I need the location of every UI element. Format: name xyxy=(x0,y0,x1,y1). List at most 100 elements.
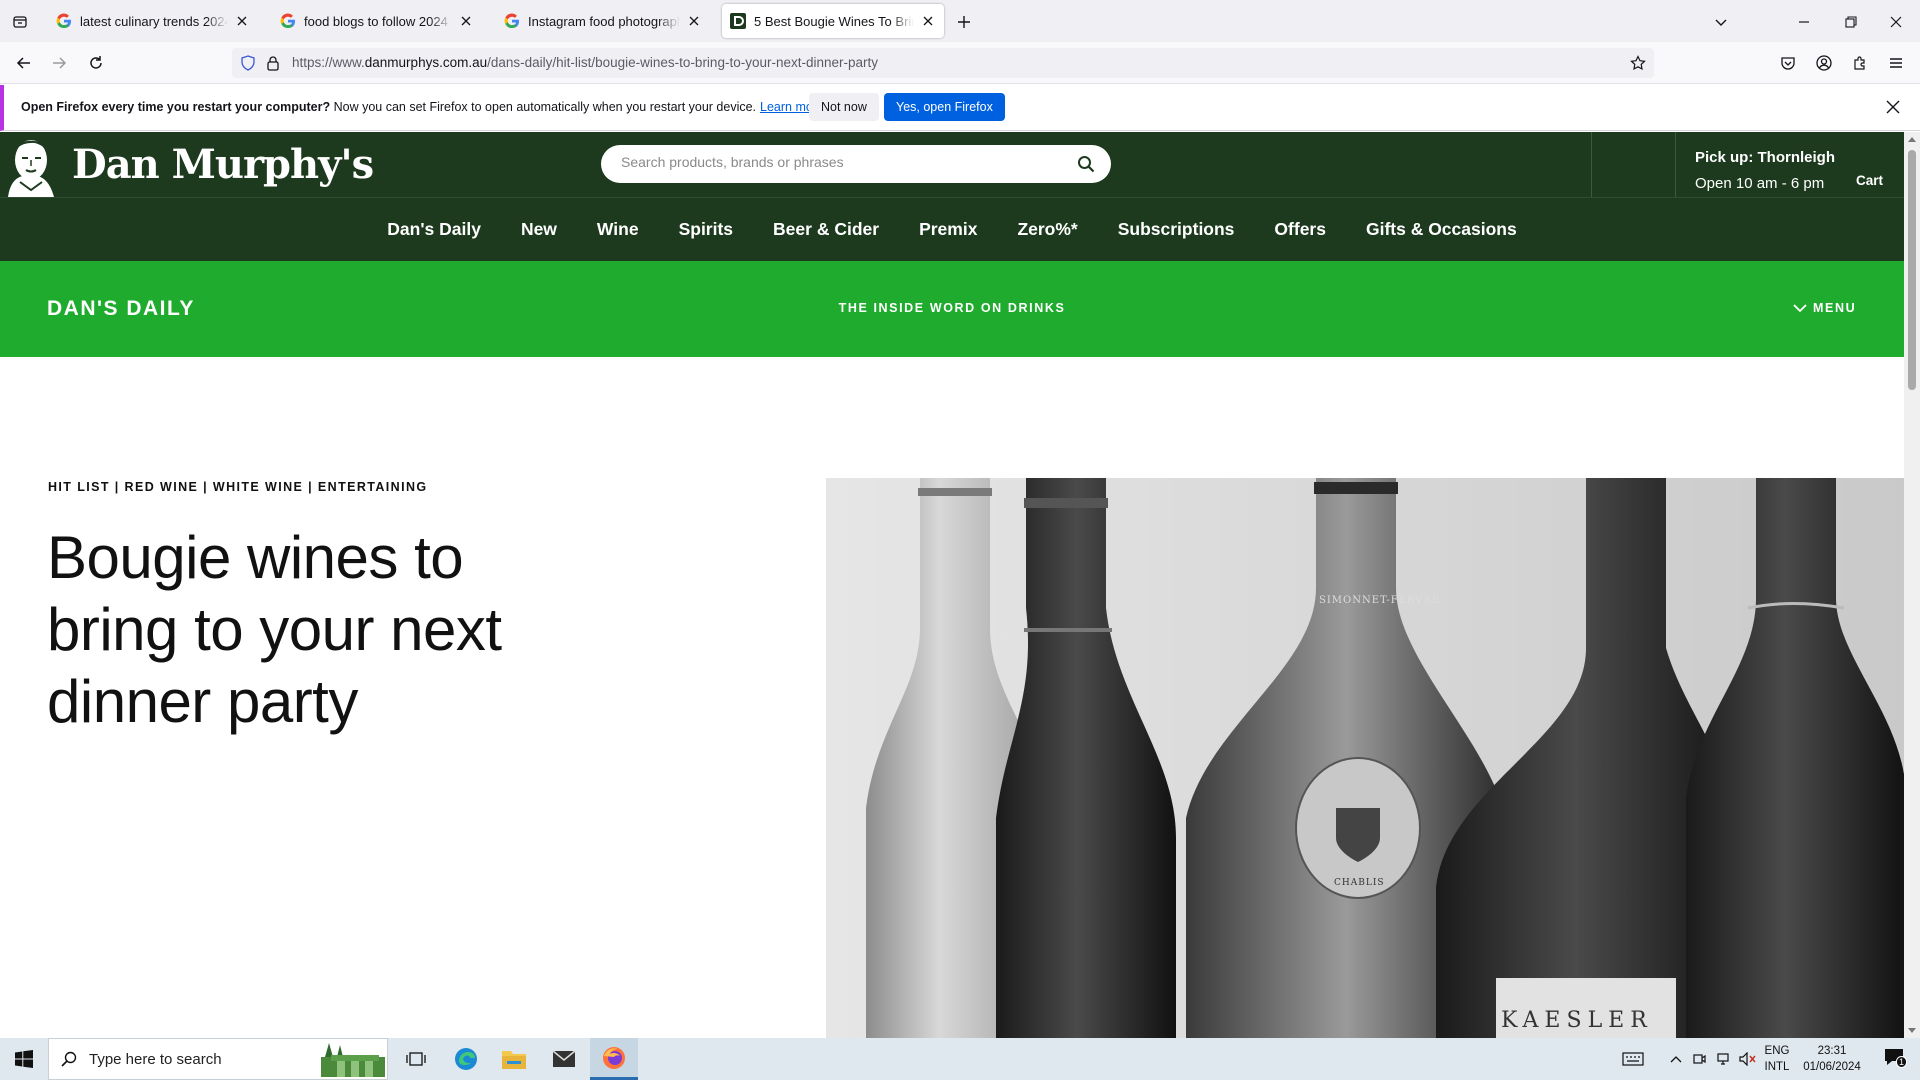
browser-tab[interactable]: food blogs to follow 2024 - Google Searc… xyxy=(272,4,482,38)
address-bar[interactable]: https://www.danmurphys.com.au/dans-daily… xyxy=(232,48,1654,78)
tab-title: latest culinary trends 2024 - Google Sea… xyxy=(80,13,228,29)
menu-label: MENU xyxy=(1813,301,1857,315)
dans-daily-banner: DAN'S DAILY THE INSIDE WORD ON DRINKS ME… xyxy=(0,261,1904,357)
hamburger-menu-icon xyxy=(1888,55,1904,71)
browser-tab[interactable]: latest culinary trends 2024 - Google Sea… xyxy=(48,4,258,38)
header-divider xyxy=(1675,132,1676,197)
nav-item-offers[interactable]: Offers xyxy=(1274,219,1326,240)
pickup-store: Pick up: Thornleigh xyxy=(1695,149,1836,166)
close-tab-icon[interactable] xyxy=(458,13,474,29)
nav-item-gifts-occasions[interactable]: Gifts & Occasions xyxy=(1366,219,1517,240)
clock[interactable]: 23:31 01/06/2024 xyxy=(1796,1038,1868,1080)
new-tab-button[interactable] xyxy=(952,10,976,34)
notification-text: Now you can set Firefox to open automati… xyxy=(330,100,757,114)
cart-button[interactable]: Cart xyxy=(1856,173,1883,188)
scroll-down-icon[interactable] xyxy=(1908,1028,1916,1034)
file-explorer-button[interactable] xyxy=(490,1038,538,1080)
search-icon[interactable] xyxy=(1077,155,1095,173)
product-search[interactable] xyxy=(601,145,1111,183)
forward-button[interactable] xyxy=(47,51,71,75)
lock-icon[interactable] xyxy=(266,55,280,71)
reload-icon xyxy=(88,55,104,71)
yes-open-firefox-button[interactable]: Yes, open Firefox xyxy=(884,93,1005,121)
shield-icon[interactable] xyxy=(240,55,256,71)
scroll-up-icon[interactable] xyxy=(1908,136,1916,142)
dans-daily-tagline: THE INSIDE WORD ON DRINKS xyxy=(838,301,1066,315)
close-tab-icon[interactable] xyxy=(686,13,702,29)
nav-item-beer-cider[interactable]: Beer & Cider xyxy=(773,219,879,240)
nav-item-dans-daily[interactable]: Dan's Daily xyxy=(387,219,481,240)
article-categories[interactable]: HIT LIST | RED WINE | WHITE WINE | ENTER… xyxy=(48,480,428,494)
restore-icon xyxy=(1845,16,1857,28)
chevron-down-icon xyxy=(1714,15,1728,29)
chevron-down-icon xyxy=(1793,303,1807,313)
meet-now-icon[interactable] xyxy=(1688,1038,1710,1080)
google-icon xyxy=(280,13,296,29)
pocket-icon xyxy=(1780,55,1796,71)
search-highlight-icon xyxy=(317,1041,389,1079)
browser-tab-active[interactable]: 5 Best Bougie Wines To Bring To Your Nex… xyxy=(722,4,944,38)
hero-image-wine-bottles: SIMONNET-FEBVRE CHABLIS KAESLER xyxy=(826,478,1904,1038)
chevron-up-icon[interactable] xyxy=(1664,1038,1688,1080)
not-now-button[interactable]: Not now xyxy=(809,93,879,121)
mail-button[interactable] xyxy=(540,1038,588,1080)
bottle-neck-label: SIMONNET-FEBVRE xyxy=(1319,595,1441,606)
dans-daily-menu-button[interactable]: MENU xyxy=(1793,301,1856,315)
nav-item-premix[interactable]: Premix xyxy=(919,219,977,240)
close-icon xyxy=(1890,16,1902,28)
page-scrollbar[interactable] xyxy=(1904,132,1920,1038)
taskbar-search[interactable] xyxy=(48,1038,388,1080)
nav-item-zero[interactable]: Zero%* xyxy=(1017,219,1077,240)
logo-wordmark: Dan Murphy's xyxy=(72,141,374,188)
input-language-indicator[interactable]: ENG INTL xyxy=(1762,1038,1792,1080)
nav-item-wine[interactable]: Wine xyxy=(597,219,639,240)
tab-overview-button[interactable] xyxy=(8,10,32,34)
danmurphys-icon xyxy=(730,13,746,29)
account-button[interactable] xyxy=(1812,51,1836,75)
edge-taskbar-button[interactable] xyxy=(442,1038,490,1080)
arrow-right-icon xyxy=(51,55,67,71)
volume-muted-icon[interactable] xyxy=(1736,1038,1760,1080)
back-button[interactable] xyxy=(12,51,36,75)
main-navigation: Dan's Daily New Wine Spirits Beer & Cide… xyxy=(0,197,1904,261)
nav-item-subscriptions[interactable]: Subscriptions xyxy=(1118,219,1235,240)
nav-item-spirits[interactable]: Spirits xyxy=(679,219,733,240)
close-tab-icon[interactable] xyxy=(920,13,936,29)
notification-center-button[interactable]: 1 xyxy=(1874,1038,1914,1080)
app-menu-button[interactable] xyxy=(1884,51,1908,75)
notification-message: Open Firefox every time you restart your… xyxy=(21,100,824,114)
dan-murphys-logo[interactable]: Dan Murphy's xyxy=(0,132,374,197)
url-text[interactable]: https://www.danmurphys.com.au/dans-daily… xyxy=(292,55,878,70)
plus-icon xyxy=(957,15,971,29)
clock-date: 01/06/2024 xyxy=(1803,1061,1861,1073)
close-window-button[interactable] xyxy=(1884,10,1908,34)
google-icon xyxy=(56,13,72,29)
pocket-button[interactable] xyxy=(1776,51,1800,75)
reload-button[interactable] xyxy=(84,51,108,75)
network-icon[interactable] xyxy=(1712,1038,1736,1080)
scrollbar-thumb[interactable] xyxy=(1908,150,1916,390)
task-view-button[interactable] xyxy=(392,1038,440,1080)
nav-item-new[interactable]: New xyxy=(521,219,557,240)
url-prefix: https://www. xyxy=(292,55,365,70)
restore-button[interactable] xyxy=(1839,10,1863,34)
keyboard-layout-icon[interactable] xyxy=(1618,1038,1648,1080)
list-tabs-button[interactable] xyxy=(1709,10,1733,34)
minimize-button[interactable] xyxy=(1792,10,1816,34)
store-pickup-selector[interactable]: Pick up: Thornleigh Open 10 am - 6 pm xyxy=(1695,145,1835,197)
bookmark-star-icon[interactable] xyxy=(1630,55,1646,71)
taskbar-search-input[interactable] xyxy=(89,1051,329,1068)
close-tab-icon[interactable] xyxy=(234,13,250,29)
start-button[interactable] xyxy=(0,1038,48,1080)
browser-tab[interactable]: Instagram food photography tips xyxy=(496,4,710,38)
bottle-label-chablis: CHABLIS xyxy=(1334,878,1385,888)
puzzle-icon xyxy=(1852,55,1868,71)
navigation-toolbar: https://www.danmurphys.com.au/dans-daily… xyxy=(0,42,1920,84)
windows-logo-icon xyxy=(15,1050,33,1068)
mail-icon xyxy=(552,1050,576,1068)
dan-portrait-icon xyxy=(0,132,62,197)
extensions-button[interactable] xyxy=(1848,51,1872,75)
close-icon[interactable] xyxy=(1886,100,1900,114)
search-input[interactable] xyxy=(621,154,1051,170)
firefox-taskbar-button[interactable] xyxy=(590,1038,638,1080)
